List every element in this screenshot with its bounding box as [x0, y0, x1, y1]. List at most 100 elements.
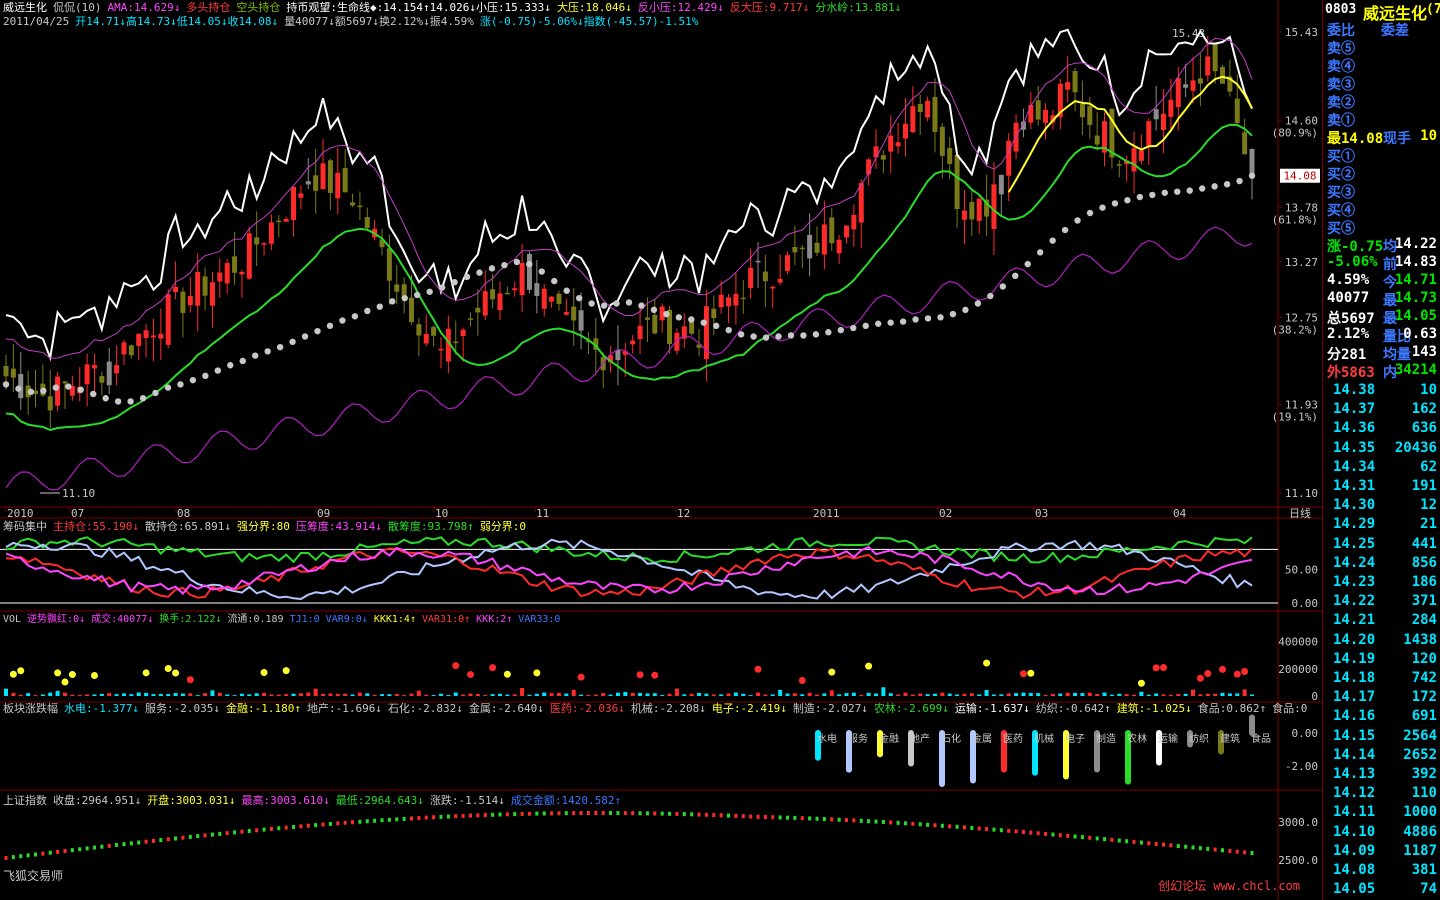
index-candle — [328, 821, 332, 826]
life-line-dot — [787, 332, 795, 339]
volume-bar — [497, 693, 502, 696]
candle-body — [1065, 82, 1071, 90]
candle-body — [99, 376, 105, 383]
tick-row[interactable]: 14.18 742 — [1323, 670, 1440, 688]
ask-level-2[interactable]: 卖② — [1323, 92, 1440, 111]
tick-row[interactable]: 14.37 162 — [1323, 401, 1440, 419]
life-line-dot — [1074, 217, 1081, 224]
bid-level-1[interactable]: 买① — [1323, 146, 1440, 165]
index-candle — [704, 812, 708, 817]
volume-bar — [380, 694, 385, 696]
candle-body — [1205, 56, 1211, 76]
vol-tick-label: 400000 — [1278, 636, 1318, 649]
stat-left: 40077 — [1327, 290, 1370, 306]
stat-row: -5.06% 前 14.83 — [1323, 254, 1440, 273]
volume-bar — [608, 694, 613, 696]
tick-row[interactable]: 14.35 20436 — [1323, 440, 1440, 458]
tick-row[interactable]: 14.31 191 — [1323, 478, 1440, 496]
tick-row[interactable]: 14.34 62 — [1323, 459, 1440, 477]
tick-row[interactable]: 14.10 4886 — [1323, 824, 1440, 842]
index-legend-item: 收盘:2964.951↓ — [53, 793, 141, 807]
pct-label: (19.1%) — [1272, 411, 1318, 424]
ask-level-1[interactable]: 卖① — [1323, 110, 1440, 129]
candle-body — [1161, 113, 1167, 130]
index-legend-item: 最高:3003.610↓ — [241, 793, 329, 807]
life-line-dot — [202, 372, 209, 380]
bid-level-2[interactable]: 买② — [1323, 164, 1440, 183]
tick-row[interactable]: 14.17 172 — [1323, 689, 1440, 707]
life-line-dot — [962, 306, 969, 314]
volume-bar — [62, 692, 67, 696]
ask-level-3[interactable]: 卖③ — [1323, 74, 1440, 93]
index-candle — [1103, 837, 1107, 842]
volume-bar — [748, 695, 753, 696]
tick-row[interactable]: 14.22 371 — [1323, 593, 1440, 611]
tick-row[interactable]: 14.12 110 — [1323, 785, 1440, 803]
tick-row[interactable]: 14.38 10 — [1323, 382, 1440, 400]
volume-bar — [453, 692, 458, 696]
life-line-dot — [364, 307, 371, 315]
candle-body — [969, 202, 975, 220]
candle-body — [268, 222, 274, 244]
vol-legend-item: KKK:2↑ — [476, 614, 512, 625]
tick-row[interactable]: 14.24 856 — [1323, 555, 1440, 573]
tick-row[interactable]: 14.36 636 — [1323, 420, 1440, 438]
volume-bar — [33, 695, 38, 696]
sector-legend-item: 食品:0.862↑ — [1198, 701, 1266, 715]
signal-dot — [1233, 670, 1241, 678]
tick-volume: 284 — [1411, 612, 1437, 629]
main-legend-item: 威远生化 — [3, 0, 47, 14]
candle-body — [821, 224, 827, 255]
candle-body — [460, 329, 466, 337]
tick-row[interactable]: 14.16 691 — [1323, 708, 1440, 726]
sector-bar-label: 水电 — [817, 732, 837, 745]
candle-body — [1072, 71, 1078, 93]
tick-price: 14.14 — [1333, 746, 1376, 763]
candle-body — [350, 202, 356, 206]
signal-dot — [1137, 679, 1145, 687]
signal-dot — [164, 665, 172, 673]
ask-label: 卖④ — [1327, 59, 1355, 75]
tick-row[interactable]: 14.21 284 — [1323, 612, 1440, 630]
index-legend-item: 上证指数 — [3, 793, 47, 807]
index-candle — [763, 814, 767, 819]
index-candle — [439, 814, 443, 819]
tick-row[interactable]: 14.19 120 — [1323, 651, 1440, 669]
tick-row[interactable]: 14.13 392 — [1323, 766, 1440, 784]
chip-legend-item: 主持仓:55.190↓ — [53, 519, 139, 533]
bid-level-4[interactable]: 买④ — [1323, 200, 1440, 219]
tick-row[interactable]: 14.09 1187 — [1323, 843, 1440, 861]
sector-legend-item: 农林:-2.699↓ — [874, 701, 949, 715]
tick-row[interactable]: 14.23 186 — [1323, 574, 1440, 592]
candle-body — [519, 263, 525, 296]
candle-body — [416, 324, 422, 336]
ask-level-4[interactable]: 卖④ — [1323, 56, 1440, 75]
stat-value: 14.83 — [1394, 254, 1437, 270]
volume-bar — [387, 694, 392, 696]
candle-body — [84, 364, 90, 385]
tick-row[interactable]: 14.15 2564 — [1323, 728, 1440, 746]
candle-body — [888, 135, 894, 152]
vol-legend-item: VAR9:0↓ — [326, 614, 368, 625]
tick-row[interactable]: 14.20 1438 — [1323, 632, 1440, 650]
tick-price: 14.20 — [1333, 631, 1376, 648]
bid-level-5[interactable]: 买⑤ — [1323, 218, 1440, 237]
candle-body — [114, 365, 120, 374]
signal-dot — [260, 669, 268, 677]
bid-level-3[interactable]: 买③ — [1323, 182, 1440, 201]
period-label: 日线 — [1289, 506, 1311, 520]
tick-row[interactable]: 14.25 441 — [1323, 536, 1440, 554]
tick-row[interactable]: 14.14 2652 — [1323, 747, 1440, 765]
index-candle — [225, 831, 229, 836]
candle-body — [283, 218, 289, 222]
ask-level-5[interactable]: 卖⑤ — [1323, 38, 1440, 57]
tick-row[interactable]: 14.30 12 — [1323, 497, 1440, 515]
tick-row[interactable]: 14.11 1000 — [1323, 804, 1440, 822]
high-price-label: 15.43 — [1172, 27, 1205, 40]
sector-legend-item: 金融:-1.180↑ — [226, 701, 301, 715]
stock-chart[interactable]: 威远生化 侃侃(10) AMA:14.629↓ 多头持仓 空头持仓 持币观望:生命线◆:1… — [0, 0, 1322, 900]
tick-row[interactable]: 14.05 74 — [1323, 881, 1440, 899]
candle-body — [925, 100, 931, 118]
tick-row[interactable]: 14.08 381 — [1323, 862, 1440, 880]
tick-row[interactable]: 14.29 21 — [1323, 516, 1440, 534]
